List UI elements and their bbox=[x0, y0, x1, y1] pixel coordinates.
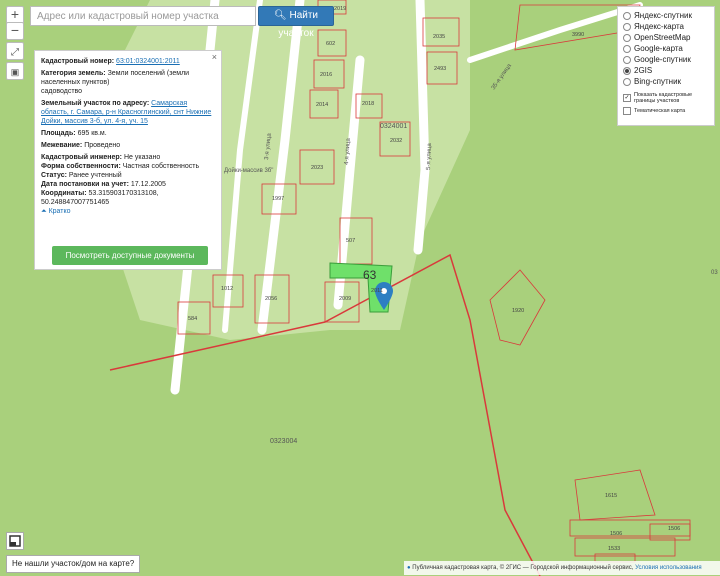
area-label: Площадь: bbox=[41, 130, 76, 137]
layer-option[interactable]: Bing-спутник bbox=[623, 76, 709, 87]
zoom-out-button[interactable]: − bbox=[6, 22, 24, 40]
show-borders-label: Показать кадастровые границы участков bbox=[634, 92, 693, 104]
ownership-label: Форма собственности: bbox=[41, 163, 121, 170]
survey-label: Межевание: bbox=[41, 142, 83, 149]
thematic-label: Тематическая карта bbox=[634, 108, 686, 114]
layer-option-label: 2GIS bbox=[634, 66, 653, 75]
find-parcel-button[interactable]: 🔍︎ Найти участок bbox=[258, 6, 334, 39]
quarter-edge-label: 03 bbox=[711, 270, 718, 276]
date-value: 17.12.2005 bbox=[130, 181, 166, 188]
cad-number-label: Кадастровый номер: bbox=[41, 58, 115, 65]
survey-value: Проведено bbox=[84, 142, 121, 149]
radio-icon bbox=[623, 77, 631, 86]
layer-switcher: Яндекс-спутник Яндекс-карта OpenStreetMa… bbox=[617, 6, 715, 126]
status-label: Статус: bbox=[41, 172, 67, 179]
radio-icon bbox=[623, 55, 631, 64]
view-documents-button[interactable]: Посмотреть доступные документы bbox=[52, 246, 208, 265]
parcel-label: 2009 bbox=[339, 296, 351, 302]
category-label: Категория земель: bbox=[41, 70, 106, 77]
search-icon: 🔍︎ bbox=[273, 10, 287, 21]
checkbox-icon bbox=[623, 107, 631, 115]
layers-toggle-button[interactable] bbox=[6, 532, 24, 550]
radio-icon bbox=[623, 44, 631, 53]
parcel-label: 1615 bbox=[605, 493, 617, 499]
collapse-label: Кратко bbox=[48, 208, 71, 215]
layer-option-label: Яндекс-спутник bbox=[634, 11, 692, 20]
area-value: 695 кв.м. bbox=[77, 130, 107, 137]
attribution-text: Публичная кадастровая карта, © 2ГИС — Го… bbox=[412, 565, 636, 571]
parcel-label: 1012 bbox=[221, 286, 233, 292]
layer-option[interactable]: Google-карта bbox=[623, 43, 709, 54]
ownership-value: Частная собственность bbox=[122, 163, 200, 170]
layer-option[interactable]: Яндекс-карта bbox=[623, 21, 709, 32]
not-found-button[interactable]: Не нашли участок/дом на карте? bbox=[6, 555, 141, 573]
radio-icon bbox=[623, 33, 631, 42]
parcel-label: 1533 bbox=[608, 546, 620, 552]
parcel-label: 2023 bbox=[311, 165, 323, 171]
close-icon[interactable]: × bbox=[212, 53, 217, 62]
layer-option-label: Google-карта bbox=[634, 44, 683, 53]
show-borders-toggle[interactable]: ✓ Показать кадастровые границы участков bbox=[623, 91, 709, 105]
layer-option[interactable]: OpenStreetMap bbox=[623, 32, 709, 43]
thematic-toggle[interactable]: Тематическая карта bbox=[623, 105, 709, 117]
chevron-up-icon: ⏶ bbox=[41, 208, 47, 215]
status-value: Ранее учтенный bbox=[68, 172, 122, 179]
parcel-label: 2056 bbox=[265, 296, 277, 302]
parcel-label: 1920 bbox=[512, 308, 524, 314]
layer-option[interactable]: 2GIS bbox=[623, 65, 709, 76]
parcel-label: 584 bbox=[188, 316, 197, 322]
expand-icon: ⤢ bbox=[11, 47, 19, 58]
radio-icon bbox=[623, 22, 631, 31]
engineer-label: Кадастровый инженер: bbox=[41, 154, 123, 161]
cad-number-link[interactable]: 63:01:0324001:2011 bbox=[116, 58, 180, 65]
layer-option-label: Яндекс-карта bbox=[634, 22, 684, 31]
selected-parcel-number: 63 bbox=[363, 268, 377, 282]
parcel-label: 2493 bbox=[434, 66, 446, 72]
quarter-label: 0324001 bbox=[380, 123, 407, 130]
parcel-label: 2035 bbox=[433, 34, 445, 40]
parcel-label: 2014 bbox=[316, 102, 328, 108]
parcel-label: 2019 bbox=[334, 6, 346, 12]
street-label: 5-я улица bbox=[426, 142, 433, 170]
info-icon: ● bbox=[407, 565, 411, 571]
parcel-label: 1506 bbox=[668, 526, 680, 532]
checkbox-checked-icon: ✓ bbox=[623, 94, 631, 102]
parcel-label: 2032 bbox=[390, 138, 402, 144]
parcel-label: 3990 bbox=[572, 32, 584, 38]
radio-selected-icon bbox=[623, 66, 631, 75]
layer-option[interactable]: Яндекс-спутник bbox=[623, 10, 709, 21]
parcel-label: 1997 bbox=[272, 196, 284, 202]
search-input[interactable] bbox=[30, 6, 256, 26]
parcel-label: 2011 bbox=[371, 288, 383, 294]
category-extra: садоводство bbox=[41, 88, 83, 95]
square-icon bbox=[9, 535, 21, 547]
quarter-label: 0323004 bbox=[270, 438, 297, 445]
layer-option[interactable]: Google-спутник bbox=[623, 54, 709, 65]
layer-option-label: Google-спутник bbox=[634, 55, 691, 64]
parcel-label: 1506 bbox=[610, 531, 622, 537]
parcel-label: 507 bbox=[346, 238, 355, 244]
collapse-link[interactable]: ⏶ Кратко bbox=[41, 207, 215, 216]
coords-label: Координаты: bbox=[41, 190, 87, 197]
date-label: Дата постановки на учет: bbox=[41, 181, 129, 188]
terms-link[interactable]: Условия использования bbox=[635, 565, 702, 571]
area-label: Дойки-массив 3б" bbox=[224, 167, 273, 174]
parcel-label: 602 bbox=[326, 41, 335, 47]
print-icon: ▣ bbox=[10, 67, 20, 77]
engineer-value: Не указано bbox=[123, 154, 161, 161]
address-label: Земельный участок по адресу: bbox=[41, 100, 150, 107]
parcel-label: 2018 bbox=[362, 101, 374, 107]
layer-option-label: Bing-спутник bbox=[634, 77, 682, 86]
layer-option-label: OpenStreetMap bbox=[634, 33, 691, 42]
radio-icon bbox=[623, 11, 631, 20]
print-button[interactable]: ▣ bbox=[6, 62, 24, 80]
fullscreen-button[interactable]: ⤢ bbox=[6, 42, 24, 60]
parcel-info-popup: × Кадастровый номер: 63:01:0324001:2011 … bbox=[34, 50, 222, 270]
map-attribution: ● Публичная кадастровая карта, © 2ГИС — … bbox=[404, 561, 720, 575]
parcel-label: 2016 bbox=[320, 72, 332, 78]
